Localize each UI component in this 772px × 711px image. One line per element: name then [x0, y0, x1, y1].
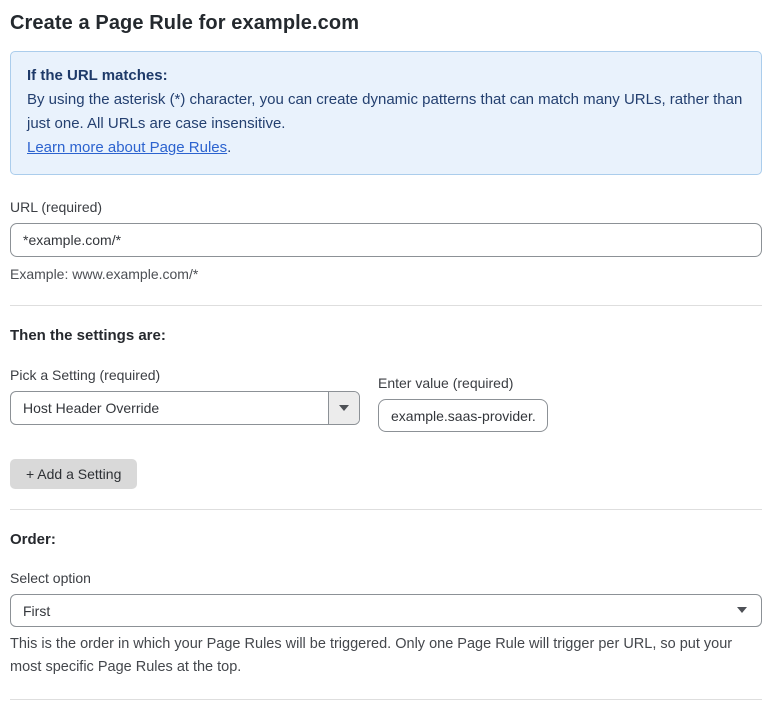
- add-setting-button[interactable]: + Add a Setting: [10, 459, 138, 489]
- page-title: Create a Page Rule for example.com: [10, 12, 360, 34]
- url-input[interactable]: [10, 223, 762, 257]
- pick-setting-label: Pick a Setting (required): [10, 367, 161, 383]
- learn-more-link[interactable]: Learn more about Page Rules: [27, 139, 227, 156]
- setting-select-arrow-button[interactable]: [328, 392, 359, 424]
- enter-value-column: Enter value (required): [378, 375, 548, 432]
- info-box-heading: If the URL matches:: [27, 67, 168, 84]
- info-box-body: By using the asterisk (*) character, you…: [27, 91, 743, 132]
- settings-section-heading: Then the settings are:: [10, 327, 166, 344]
- enter-value-label: Enter value (required): [378, 375, 514, 391]
- order-section-heading: Order:: [10, 531, 56, 548]
- order-helper-text: This is the order in which your Page Rul…: [10, 636, 733, 675]
- order-select-value: First: [23, 602, 51, 619]
- setting-select-value: Host Header Override: [23, 400, 160, 416]
- order-select-label: Select option: [10, 570, 91, 586]
- url-example-helper: Example: www.example.com/*: [10, 266, 199, 282]
- order-select[interactable]: First: [10, 594, 762, 627]
- caret-down-icon: [339, 405, 349, 411]
- divider: [10, 305, 762, 306]
- divider: [10, 699, 762, 700]
- divider: [10, 509, 762, 510]
- setting-select[interactable]: Host Header Override: [10, 391, 360, 425]
- order-select-wrap: First: [10, 594, 762, 627]
- info-box-link-line: Learn more about Page Rules.: [27, 136, 745, 160]
- url-match-info-box: If the URL matches: By using the asteris…: [10, 51, 762, 175]
- setting-row: Pick a Setting (required) Host Header Ov…: [10, 367, 762, 432]
- caret-down-icon: [737, 607, 747, 613]
- link-period: .: [227, 139, 232, 156]
- url-field-label: URL (required): [10, 199, 103, 215]
- create-page-rule-modal: Create a Page Rule for example.com If th…: [0, 0, 772, 711]
- setting-value-input[interactable]: [378, 399, 548, 432]
- pick-setting-column: Pick a Setting (required) Host Header Ov…: [10, 367, 360, 425]
